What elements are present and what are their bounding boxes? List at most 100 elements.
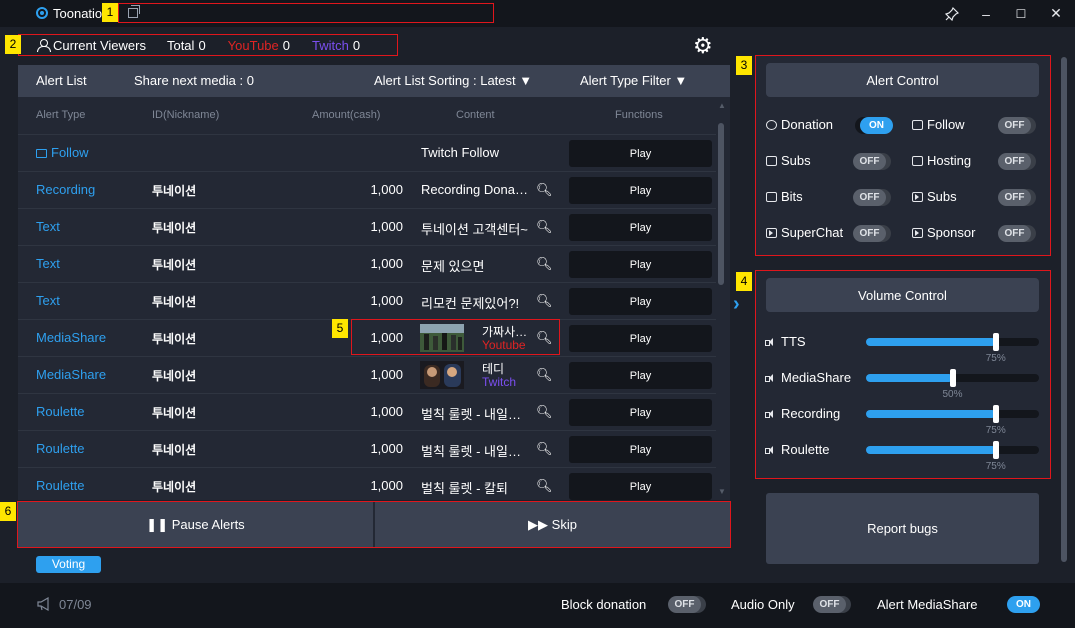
side-panel-scrollbar[interactable] xyxy=(1061,47,1068,577)
play-button[interactable]: Play xyxy=(569,399,712,426)
voting-button[interactable]: Voting xyxy=(36,556,101,573)
marker-2: 2 xyxy=(5,35,21,54)
amount-cell: 1,000 xyxy=(370,256,403,271)
alert-type-cell: MediaShare xyxy=(36,330,107,345)
marker-4: 4 xyxy=(736,272,752,291)
close-button[interactable]: ✕ xyxy=(1040,0,1072,27)
recording-volume-slider[interactable]: 75% xyxy=(866,405,1039,436)
alert-type-cell: Text xyxy=(36,293,60,308)
tts-label: TTS xyxy=(781,334,806,349)
alert-list-title: Alert List xyxy=(36,73,87,88)
video-thumbnail[interactable] xyxy=(420,361,464,389)
table-row: Recording 투네이션 1,000 Recording Donation … xyxy=(18,171,716,208)
play-button[interactable]: Play xyxy=(569,214,712,241)
search-icon[interactable]: 🔍︎ xyxy=(536,441,553,457)
roulette-volume-slider[interactable]: 75% xyxy=(866,441,1039,472)
scroll-thumb[interactable] xyxy=(1061,57,1067,562)
video-thumbnail[interactable] xyxy=(420,324,464,352)
slider-knob[interactable] xyxy=(992,441,999,459)
follow-toggle[interactable]: OFF xyxy=(998,117,1031,134)
search-icon[interactable]: 🔍︎ xyxy=(536,256,553,272)
table-row: MediaShare 투네이션 1,000 테디 Twitch 🔍︎ Play xyxy=(18,356,716,393)
scroll-up-icon[interactable]: ▲ xyxy=(718,101,726,110)
search-icon[interactable]: 🔍︎ xyxy=(536,219,553,235)
slider-fill xyxy=(866,446,996,454)
play-button[interactable]: Play xyxy=(569,177,712,204)
alert-sorting-dropdown[interactable]: Alert List Sorting : Latest ▼ xyxy=(374,73,532,88)
alert-type-cell: Recording xyxy=(36,182,96,197)
hosting-toggle[interactable]: OFF xyxy=(998,153,1031,170)
table-row: Roulette 투네이션 1,000 벌칙 룰렛 - 내일도… 🔍︎ Play xyxy=(18,393,716,430)
nickname-cell: 투네이션 xyxy=(152,184,197,198)
content-cell: 리모컨 문제있어?! xyxy=(421,296,520,311)
tts-volume-label: TTS xyxy=(765,334,806,349)
report-bugs-button[interactable]: Report bugs xyxy=(766,493,1039,564)
play-button[interactable]: Play xyxy=(569,362,712,389)
content-cell: 벌칙 룰렛 - 칼퇴 xyxy=(421,481,508,496)
amount-cell: 1,000 xyxy=(370,367,403,382)
search-icon[interactable]: 🔍︎ xyxy=(536,478,553,494)
scroll-thumb[interactable] xyxy=(718,123,724,285)
alert-mediashare-toggle[interactable]: ON xyxy=(1007,596,1040,613)
table-row: Text 투네이션 1,000 문제 있으면 🔍︎ Play xyxy=(18,245,716,282)
sponsor-toggle[interactable]: OFF xyxy=(998,225,1031,242)
maximize-button[interactable]: ☐ xyxy=(1005,0,1037,27)
media-source-twitch: Twitch xyxy=(482,375,517,389)
play-button[interactable]: Play xyxy=(569,251,712,278)
chevron-right-icon[interactable]: › xyxy=(733,293,740,316)
block-donation-label: Block donation xyxy=(561,597,647,612)
alert-type-filter-dropdown[interactable]: Alert Type Filter ▼ xyxy=(580,73,687,88)
alert-list-scrollbar[interactable]: ▲ ▼ xyxy=(718,101,726,496)
gear-icon[interactable]: ⚙ xyxy=(693,35,713,57)
search-icon[interactable]: 🔍︎ xyxy=(536,330,553,346)
total-value: 0 xyxy=(198,37,206,53)
mediashare-volume-slider[interactable]: 50% xyxy=(866,369,1039,400)
notice-counter: 07/09 xyxy=(59,597,92,612)
youtube-subs-toggle-label: Subs xyxy=(912,189,957,204)
donation-label: Donation xyxy=(781,117,834,132)
play-button[interactable]: Play xyxy=(569,473,712,500)
twitch-icon xyxy=(36,149,47,158)
twitch-label: Twitch xyxy=(312,37,349,53)
alert-type-cell: Text xyxy=(36,256,60,271)
bits-toggle[interactable]: OFF xyxy=(853,189,886,206)
amount-cell: 1,000 xyxy=(370,478,403,493)
search-icon[interactable]: 🔍︎ xyxy=(536,293,553,309)
donation-icon xyxy=(766,119,777,130)
copy-icon[interactable] xyxy=(128,5,140,18)
slider-knob[interactable] xyxy=(992,333,999,351)
table-row: MediaShare 투네이션 1,000 가짜사… Youtube 🔍︎ Pl… xyxy=(18,319,716,356)
audio-only-toggle[interactable]: OFF xyxy=(813,596,846,613)
roulette-label: Roulette xyxy=(781,442,830,457)
play-button[interactable]: Play xyxy=(569,140,712,167)
skip-button[interactable]: ▶▶ Skip xyxy=(375,502,730,547)
alert-type-text: Follow xyxy=(51,145,89,160)
search-icon[interactable]: 🔍︎ xyxy=(536,404,553,420)
donation-toggle[interactable]: ON xyxy=(860,117,893,134)
superchat-toggle[interactable]: OFF xyxy=(853,225,886,242)
megaphone-icon xyxy=(37,597,49,611)
search-icon[interactable]: 🔍︎ xyxy=(536,182,553,198)
twitch-icon xyxy=(912,155,923,166)
bits-label: Bits xyxy=(781,189,803,204)
pin-icon[interactable] xyxy=(936,0,968,27)
youtube-icon xyxy=(912,191,923,202)
content-cell: 벌칙 룰렛 - 내일도… xyxy=(421,407,531,422)
nickname-cell: 투네이션 xyxy=(152,295,197,309)
tts-volume-slider[interactable]: 75% xyxy=(866,333,1039,364)
column-content: Content xyxy=(456,109,495,121)
scroll-down-icon[interactable]: ▼ xyxy=(718,487,726,496)
hosting-toggle-label: Hosting xyxy=(912,153,971,168)
slider-knob[interactable] xyxy=(992,405,999,423)
play-button[interactable]: Play xyxy=(569,325,712,352)
pause-alerts-button[interactable]: ❚❚ Pause Alerts xyxy=(18,502,375,547)
block-donation-toggle[interactable]: OFF xyxy=(668,596,701,613)
slider-knob[interactable] xyxy=(949,369,956,387)
play-button[interactable]: Play xyxy=(569,288,712,315)
search-icon[interactable]: 🔍︎ xyxy=(536,367,553,383)
play-button[interactable]: Play xyxy=(569,436,712,463)
minimize-button[interactable]: – xyxy=(970,0,1002,27)
youtube-subs-toggle[interactable]: OFF xyxy=(998,189,1031,206)
audio-only-label: Audio Only xyxy=(731,597,795,612)
subs-toggle[interactable]: OFF xyxy=(853,153,886,170)
